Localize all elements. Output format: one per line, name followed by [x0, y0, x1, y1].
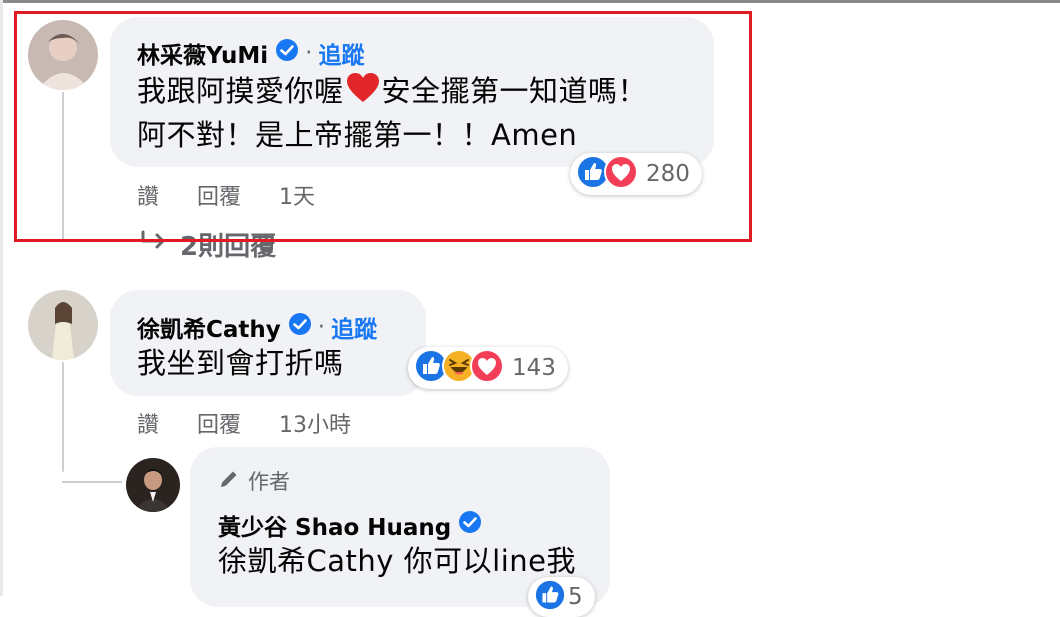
- reply-button[interactable]: 回覆: [197, 413, 241, 438]
- window-top-border: [0, 0, 1060, 3]
- author-name-link[interactable]: 徐凱希Cathy: [137, 310, 281, 344]
- like-button[interactable]: 讚: [137, 413, 159, 438]
- comment-author-name: 徐凱希Cathy · 追蹤: [137, 310, 377, 344]
- like-reaction-icon: [534, 579, 566, 615]
- timestamp[interactable]: 13小時: [279, 413, 351, 438]
- avatar[interactable]: [28, 290, 98, 360]
- separator-dot: ·: [317, 314, 326, 340]
- reply-author-name: 黃少谷 Shao Huang: [218, 508, 482, 542]
- verified-badge-icon: [288, 312, 312, 342]
- thread-line-branch: [62, 481, 122, 483]
- reply-text: 徐凱希Cathy 你可以line我: [218, 544, 576, 578]
- reaction-count: 143: [512, 355, 556, 381]
- follow-button[interactable]: 追蹤: [331, 310, 377, 344]
- window-left-border: [0, 0, 3, 596]
- author-name-link[interactable]: 黃少谷 Shao Huang: [218, 508, 451, 542]
- highlight-box: [14, 11, 752, 242]
- comment-text: 我坐到會打折嗎: [137, 346, 344, 380]
- verified-badge-icon: [458, 510, 482, 540]
- pencil-icon: [218, 468, 240, 495]
- author-badge: 作者: [218, 466, 290, 496]
- reaction-count: 5: [568, 584, 583, 610]
- thread-line: [62, 362, 64, 472]
- reaction-summary[interactable]: 143: [408, 347, 568, 389]
- reaction-summary[interactable]: 5: [528, 577, 595, 617]
- author-badge-label: 作者: [248, 470, 290, 494]
- love-reaction-icon: [470, 349, 504, 387]
- avatar[interactable]: [126, 458, 180, 512]
- comment-actions: 讚 回覆 13小時: [137, 407, 389, 439]
